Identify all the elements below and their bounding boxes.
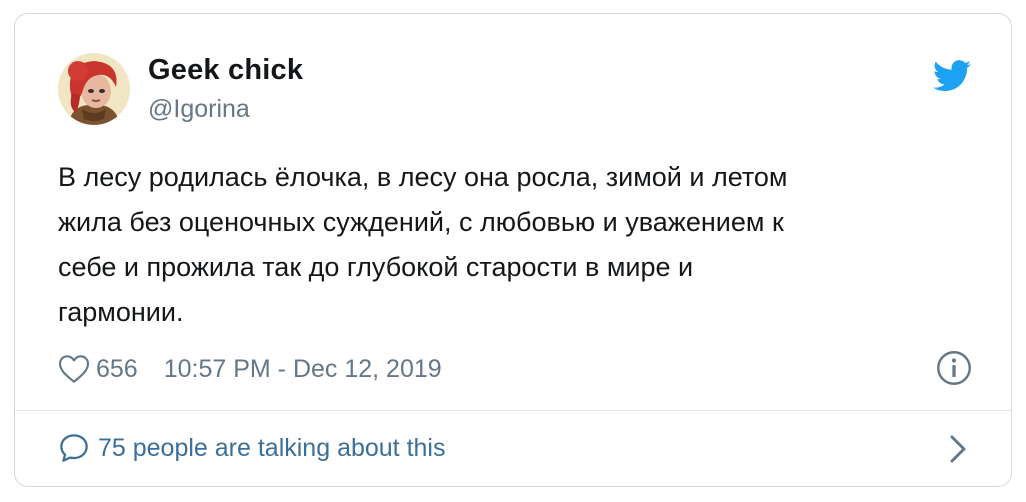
speech-bubble-icon bbox=[60, 434, 88, 462]
avatar[interactable] bbox=[58, 53, 130, 125]
tweet-timestamp[interactable]: 10:57 PM - Dec 12, 2019 bbox=[164, 355, 442, 384]
like-count[interactable]: 656 bbox=[96, 355, 138, 384]
author-handle[interactable]: @Igorina bbox=[148, 95, 250, 124]
heart-icon[interactable] bbox=[58, 354, 90, 384]
avatar-illustration-icon bbox=[58, 53, 130, 125]
conversation-link-label[interactable]: 75 people are talking about this bbox=[98, 434, 445, 463]
chevron-right-icon[interactable] bbox=[947, 434, 969, 464]
author-name[interactable]: Geek chick bbox=[148, 54, 303, 87]
tweet-card[interactable]: Geek chick @Igorina В лесу родилась ёлоч… bbox=[14, 13, 1012, 487]
tweet-text: В лесу родилась ёлочка, в лесу она росла… bbox=[58, 162, 788, 327]
info-icon[interactable] bbox=[936, 350, 972, 386]
tweet-meta: 656 10:57 PM - Dec 12, 2019 bbox=[58, 351, 442, 387]
conversation-link[interactable]: 75 people are talking about this bbox=[58, 428, 445, 468]
twitter-bird-icon[interactable] bbox=[933, 59, 971, 93]
divider bbox=[15, 410, 1011, 411]
